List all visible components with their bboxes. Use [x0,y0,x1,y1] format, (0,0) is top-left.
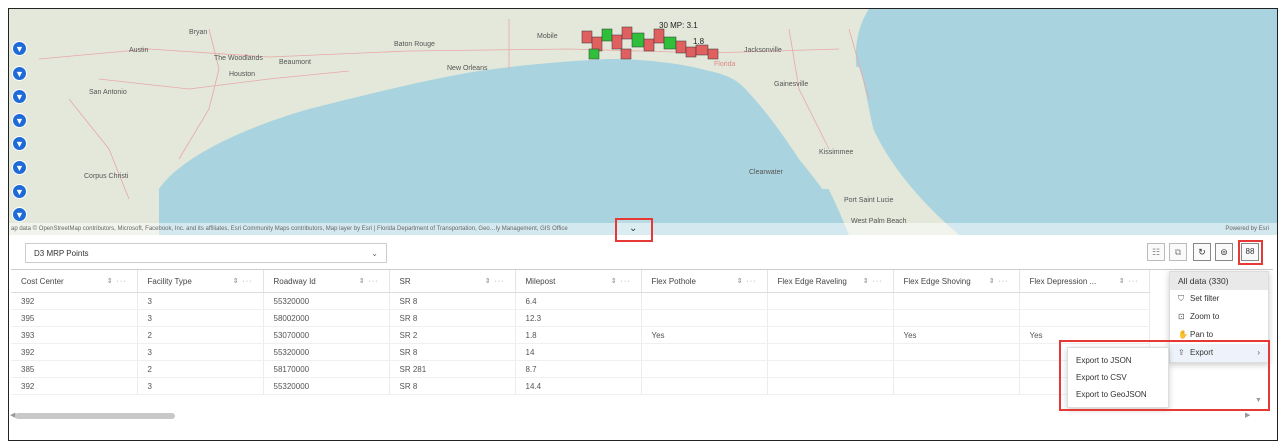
basemap [9,9,1277,235]
table-row[interactable]: 395 3 58002000 SR 8 12.3 [11,309,1150,327]
table-row[interactable]: 392 3 55320000 SR 8 14 [11,343,1150,361]
menu-item-all-data[interactable]: All data (330) [1170,272,1268,290]
funnel-icon[interactable]: ▼ [12,136,27,151]
chevron-down-icon: ⌄ [629,223,638,234]
menu-item-set-filter[interactable]: ⛉ Set filter [1170,290,1268,308]
funnel-icon[interactable]: ▼ [12,160,27,175]
column-header[interactable]: Milepost ⇕ ··· [515,270,642,293]
city-label: San Antonio [89,89,127,96]
funnel-icon[interactable]: ▼ [12,89,27,104]
table-row[interactable]: 392 3 55320000 SR 8 6.4 [11,292,1150,310]
city-label: Jacksonville [744,47,782,54]
funnel-icon[interactable]: ▼ [12,184,27,199]
column-header[interactable]: Flex Edge Raveling ⇕ ··· [767,270,894,293]
column-header[interactable]: Facility Type ⇕ ··· [137,270,264,293]
horizontal-scrollbar[interactable] [15,413,175,419]
select-all-icon[interactable]: ☷ [1147,243,1165,261]
collapse-table-button[interactable]: ⌄ [615,218,653,242]
funnel-icon[interactable]: ▼ [12,207,27,222]
map-view[interactable]: Austin Bryan The Woodlands Houston Beaum… [9,9,1277,235]
funnel-icon[interactable]: ▼ [12,113,27,128]
column-header[interactable]: Roadway Id ⇕ ··· [263,270,390,293]
app-frame: Austin Bryan The Woodlands Houston Beaum… [8,8,1278,441]
table-row[interactable]: 393 2 53070000 SR 2 1.8 Yes Yes Yes [11,326,1150,344]
marker-label: 1.8 [693,37,705,46]
table-header-row: Cost Center ⇕ ··· Facility Type ⇕ ··· Road… [11,270,1150,293]
table-row[interactable]: 385 2 58170000 SR 281 8.7 [11,360,1150,378]
layer-select-value: D3 MRP Points [34,249,89,258]
city-label: Bryan [189,29,208,36]
city-label: Kissimmee [819,149,854,156]
city-label: Florida [714,61,736,68]
city-label: Mobile [537,33,558,40]
scroll-right-icon[interactable]: ▶ [1245,411,1250,419]
column-header[interactable]: SR ⇕ ··· [389,270,516,293]
city-label: Baton Rouge [394,41,435,48]
city-label: The Woodlands [214,55,263,62]
column-header[interactable]: Flex Depression ... ⇕ ··· [1019,270,1150,293]
city-label: New Orleans [447,65,488,72]
refresh-icon[interactable]: ↻ [1193,243,1211,261]
city-label: Austin [129,47,149,54]
filter-icon: ⛉ [1178,294,1184,303]
column-header[interactable]: Cost Center ⇕ ··· [11,270,138,293]
table-row[interactable]: 392 3 55320000 SR 8 14.4 [11,377,1150,395]
chevron-down-icon: ⌄ [371,249,378,258]
city-label: Clearwater [749,169,783,176]
city-label: Port Saint Lucie [844,197,894,204]
zoom-icon: ⊡ [1178,312,1185,321]
attribution-text: ap data © OpenStreetMap contributors, Mi… [11,226,568,232]
city-label: Beaumont [279,59,311,66]
city-label: Houston [229,71,256,78]
city-label: Corpus Christi [84,173,129,180]
show-selection-icon[interactable]: ⧉ [1169,243,1187,261]
marker-label: 30 MP: 3.1 [659,21,698,30]
city-label: Gainesville [774,81,809,88]
export-highlight [1059,340,1270,411]
funnel-icon[interactable]: ▼ [12,41,27,56]
funnel-icon[interactable]: ▼ [12,66,27,81]
options-highlight [1238,240,1263,265]
powered-by[interactable]: Powered by Esri [1225,223,1269,235]
layer-select[interactable]: D3 MRP Points ⌄ [25,243,387,263]
clear-selection-icon[interactable]: ⊜ [1215,243,1233,261]
column-header[interactable]: Flex Pothole ⇕ ··· [641,270,768,293]
menu-item-zoom-to[interactable]: ⊡ Zoom to [1170,308,1268,326]
column-header[interactable]: Flex Edge Shoving ⇕ ··· [893,270,1020,293]
